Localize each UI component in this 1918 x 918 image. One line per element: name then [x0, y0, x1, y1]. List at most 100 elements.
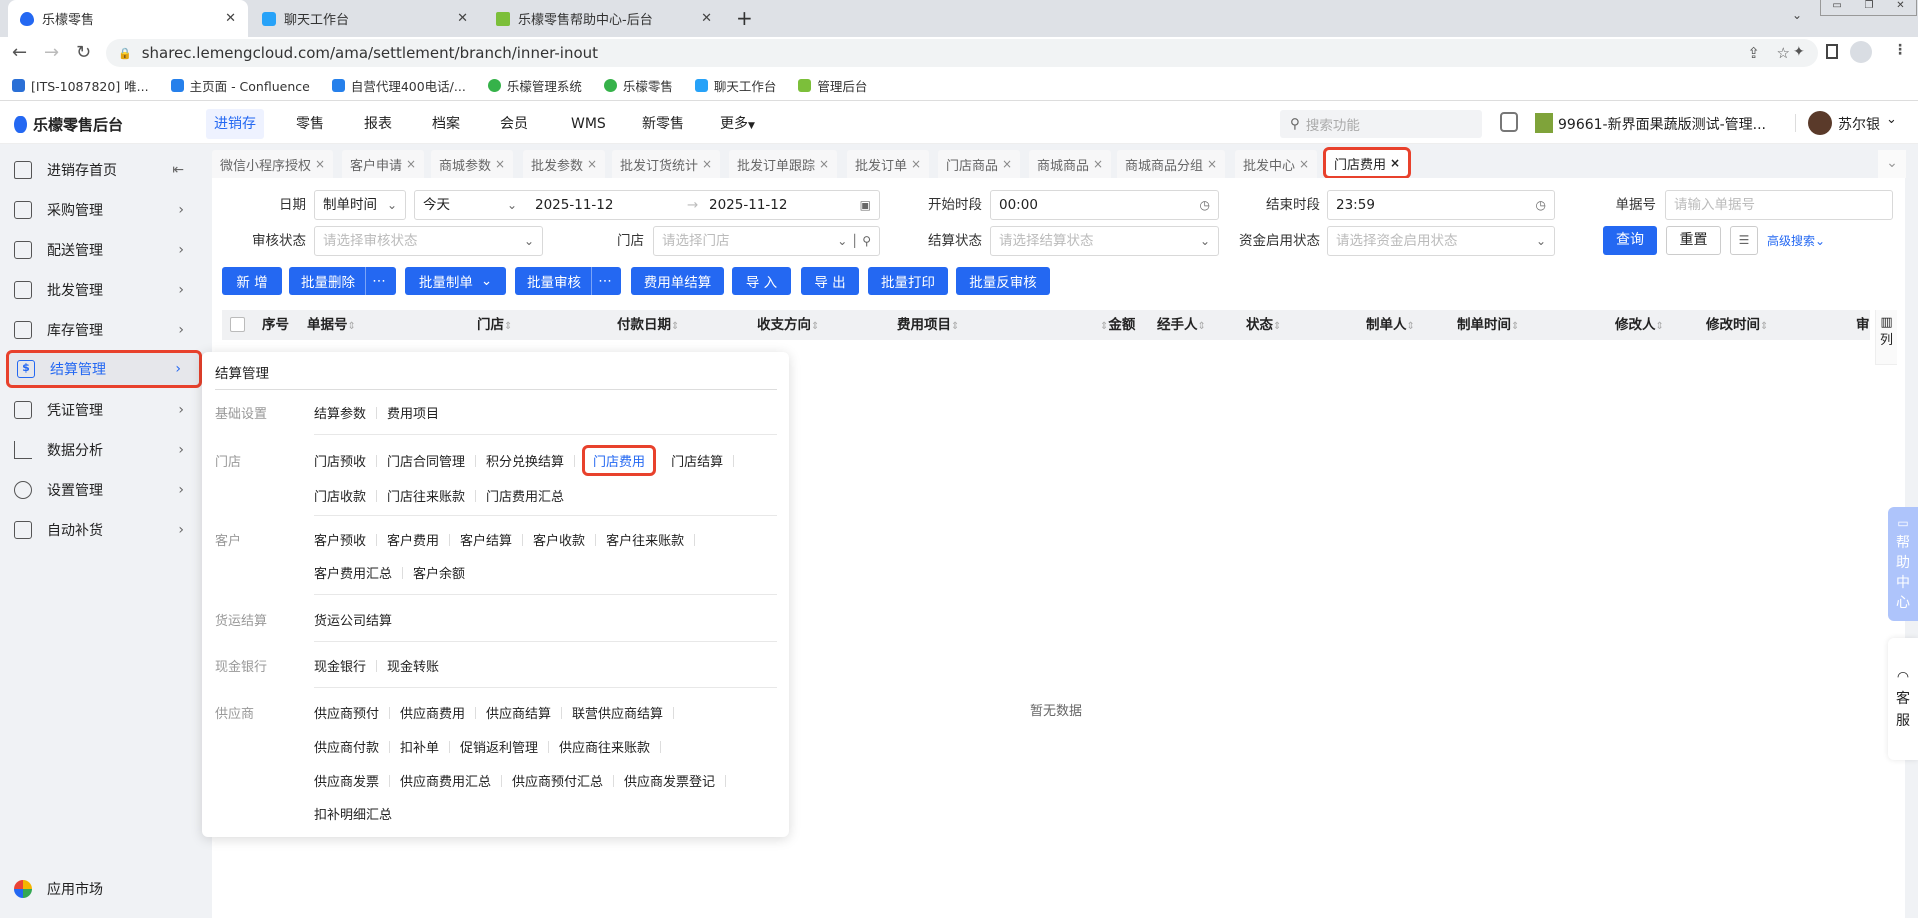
- column-header[interactable]: 付款日期⇕: [617, 310, 679, 340]
- bookmark-star-icon[interactable]: ☆: [1777, 44, 1790, 62]
- address-bar[interactable]: 🔒 sharec.lemengcloud.com/ama/settlement/…: [106, 39, 1818, 67]
- sidebar-item-inventory[interactable]: 库存管理 ›: [6, 311, 202, 349]
- share-icon[interactable]: ⇪: [1747, 44, 1760, 62]
- sidebar-item-wholesale[interactable]: 批发管理 ›: [6, 271, 202, 309]
- bookmark[interactable]: 自营代理400电话/...: [331, 76, 466, 95]
- select-all-checkbox[interactable]: [230, 317, 245, 332]
- menu-item[interactable]: 客户余额: [413, 563, 465, 582]
- batch-create-button[interactable]: 批量制单 ⌄: [405, 267, 506, 295]
- page-tab[interactable]: 批发订货统计 ×: [612, 150, 721, 178]
- nav-item[interactable]: 新零售: [634, 109, 692, 139]
- menu-item[interactable]: 门店费用汇总: [486, 486, 564, 505]
- more-icon[interactable]: ⋯: [365, 267, 392, 295]
- sidebar-item-purchase[interactable]: 采购管理 ›: [6, 191, 202, 229]
- close-icon[interactable]: ×: [1002, 157, 1012, 171]
- bookmark[interactable]: 乐檬零售: [603, 76, 673, 95]
- extensions-icon[interactable]: ✦: [1793, 44, 1805, 60]
- menu-item[interactable]: 结算参数: [314, 403, 366, 422]
- doc-no-input[interactable]: 请输入单据号: [1665, 190, 1893, 220]
- sort-icon[interactable]: ⇕: [1198, 321, 1206, 332]
- column-header[interactable]: 门店⇕: [477, 310, 512, 340]
- column-header[interactable]: 费用项目⇕: [897, 310, 959, 340]
- menu-item-active[interactable]: 门店费用: [582, 445, 657, 476]
- menu-item[interactable]: 现金转账: [387, 656, 439, 675]
- bookmark[interactable]: 乐檬管理系统: [487, 76, 582, 95]
- menu-item[interactable]: 积分兑换结算: [486, 451, 564, 470]
- column-header[interactable]: 制单时间⇕: [1457, 310, 1519, 340]
- sidebar-item-settlement[interactable]: $ 结算管理 ›: [6, 350, 202, 388]
- page-tab[interactable]: 微信小程序授权 ×: [212, 150, 334, 178]
- close-icon[interactable]: ×: [495, 157, 505, 171]
- browser-tab[interactable]: 乐檬零售帮助中心-后台 ✕: [484, 0, 724, 37]
- calendar-icon[interactable]: ▣: [860, 191, 871, 219]
- sort-icon[interactable]: ⇕: [348, 321, 356, 332]
- page-tab[interactable]: 批发订单 ×: [847, 150, 930, 178]
- restore-icon[interactable]: ❐: [1865, 0, 1874, 15]
- menu-item[interactable]: 客户往来账款: [606, 530, 684, 549]
- sort-icon[interactable]: ⇕: [811, 321, 819, 332]
- sort-icon[interactable]: ⇕: [1273, 321, 1281, 332]
- start-time-input[interactable]: 00:00 ◷: [990, 190, 1219, 220]
- menu-item[interactable]: 门店往来账款: [387, 486, 465, 505]
- menu-item[interactable]: 客户收款: [533, 530, 585, 549]
- start-date[interactable]: 2025-11-12: [535, 191, 613, 219]
- reload-icon[interactable]: ↻: [76, 42, 91, 63]
- page-tab[interactable]: 商城商品分组 ×: [1117, 150, 1226, 178]
- page-tab[interactable]: 商城商品 ×: [1029, 150, 1112, 178]
- search-icon[interactable]: ⌄ │ ⚲: [837, 227, 871, 255]
- menu-item[interactable]: 供应商发票登记: [624, 771, 715, 790]
- menu-item[interactable]: 客户费用: [387, 530, 439, 549]
- close-icon[interactable]: ×: [819, 157, 829, 171]
- menu-item[interactable]: 供应商费用汇总: [400, 771, 491, 790]
- fee-settle-button[interactable]: 费用单结算: [631, 267, 724, 295]
- query-button[interactable]: 查询: [1603, 226, 1657, 255]
- browser-tab[interactable]: 聊天工作台 ✕: [250, 0, 480, 37]
- menu-item[interactable]: 现金银行: [314, 656, 366, 675]
- advanced-search-link[interactable]: 高级搜索⌄: [1767, 232, 1825, 249]
- bookmark[interactable]: 聊天工作台: [694, 76, 776, 95]
- page-tab[interactable]: 批发中心 ×: [1235, 150, 1318, 178]
- sort-icon[interactable]: ⇕: [671, 321, 679, 332]
- import-button[interactable]: 导 入: [732, 267, 791, 295]
- end-time-input[interactable]: 23:59 ◷: [1327, 190, 1555, 220]
- menu-item[interactable]: 联营供应商结算: [572, 703, 663, 722]
- menu-item[interactable]: 供应商费用: [400, 703, 465, 722]
- close-icon[interactable]: ×: [406, 157, 416, 171]
- minimize-icon[interactable]: ▭: [1832, 0, 1841, 15]
- close-window-icon[interactable]: ✕: [1896, 0, 1904, 15]
- sidebar-item-voucher[interactable]: 凭证管理 ›: [6, 391, 202, 429]
- nav-more[interactable]: 更多▼: [712, 109, 763, 139]
- close-tab-icon[interactable]: ✕: [457, 11, 468, 26]
- menu-item[interactable]: 扣补单: [400, 737, 439, 756]
- menu-item[interactable]: 门店预收: [314, 451, 366, 470]
- column-header[interactable]: 修改时间⇕: [1706, 310, 1768, 340]
- menu-item[interactable]: 扣补明细汇总: [314, 804, 392, 823]
- menu-item[interactable]: 客户结算: [460, 530, 512, 549]
- add-button[interactable]: 新 增: [222, 267, 282, 295]
- close-icon[interactable]: ×: [1299, 157, 1309, 171]
- sidebar-item-delivery[interactable]: 配送管理 ›: [6, 231, 202, 269]
- printer-icon[interactable]: [1500, 112, 1518, 132]
- menu-item[interactable]: 促销返利管理: [460, 737, 538, 756]
- menu-item[interactable]: 供应商付款: [314, 737, 379, 756]
- menu-item[interactable]: 客户费用汇总: [314, 563, 392, 582]
- browser-tab[interactable]: 乐檬零售 ✕: [8, 0, 248, 37]
- close-icon[interactable]: ×: [911, 157, 921, 171]
- export-button[interactable]: 导 出: [801, 267, 859, 295]
- forward-icon[interactable]: →: [44, 42, 59, 63]
- side-panel-icon[interactable]: [1826, 44, 1838, 59]
- column-header[interactable]: 收支方向⇕: [757, 310, 819, 340]
- nav-item[interactable]: 零售: [288, 109, 332, 139]
- fund-status-select[interactable]: 请选择资金启用状态 ⌄: [1327, 226, 1555, 256]
- sort-icon[interactable]: ⇕: [951, 321, 959, 332]
- menu-item[interactable]: 门店收款: [314, 486, 366, 505]
- sidebar-item-home[interactable]: 进销存首页 ⇤: [6, 151, 202, 189]
- batch-print-button[interactable]: 批量打印: [868, 267, 948, 295]
- menu-item[interactable]: 供应商预付: [314, 703, 379, 722]
- page-tab[interactable]: 客户申请 ×: [342, 150, 425, 178]
- sidebar-item-analytics[interactable]: 数据分析 ›: [6, 431, 202, 469]
- date-range-picker[interactable]: 今天 ⌄ 2025-11-12 → 2025-11-12 ▣: [414, 190, 880, 220]
- more-icon[interactable]: ⋯: [591, 267, 618, 295]
- menu-item[interactable]: 供应商结算: [486, 703, 551, 722]
- sort-icon[interactable]: ⇕: [1760, 321, 1768, 332]
